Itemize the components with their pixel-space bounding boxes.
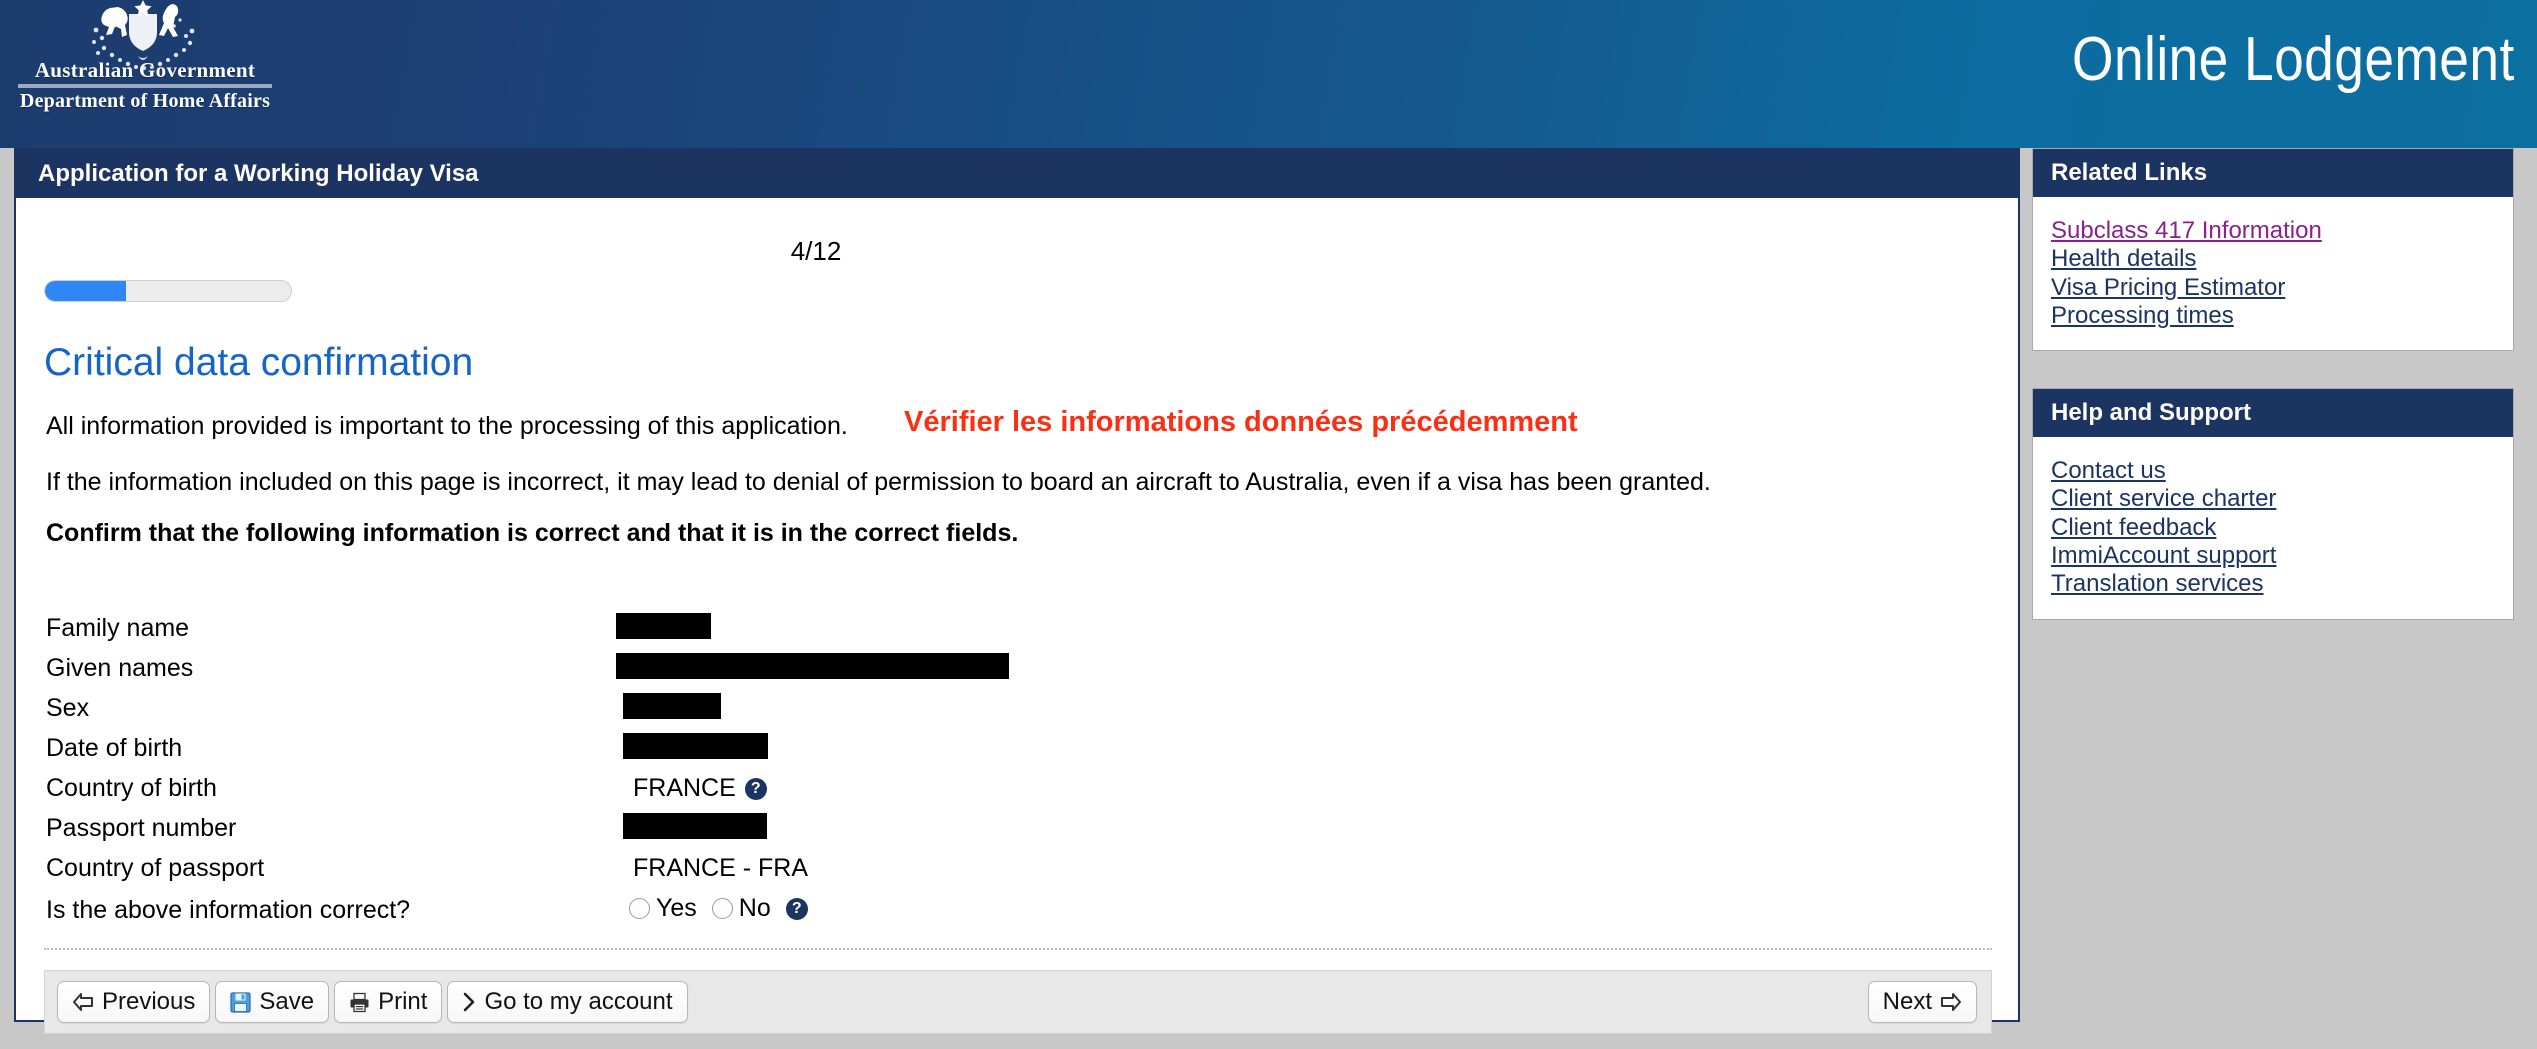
form-body: 4/12 Critical data confirmation All info…	[16, 198, 2018, 1034]
sidebar-link[interactable]: Subclass 417 Information	[2051, 217, 2495, 245]
field-row: Date of birth	[16, 728, 2018, 768]
radio-label-no[interactable]: No	[739, 894, 771, 923]
progress-bar	[44, 280, 292, 302]
sidebar-link[interactable]: Processing times	[2051, 302, 2495, 330]
page-counter: 4/12	[790, 236, 842, 266]
sidebar-link[interactable]: Client feedback	[2051, 514, 2495, 542]
related-links-list: Subclass 417 Information Health details Vi…	[2033, 197, 2513, 351]
redacted-value	[616, 653, 1009, 679]
french-annotation: Vérifier les informations données précéd…	[904, 406, 1578, 438]
sidebar-link[interactable]: Client service charter	[2051, 485, 2495, 513]
floppy-disk-icon	[230, 991, 251, 1013]
critical-data-field-list: Family name Given names Sex Date of birth Co…	[16, 608, 2018, 888]
redacted-value	[616, 613, 711, 639]
site-banner: Australian Government Department of Home…	[0, 0, 2537, 148]
field-value-text: FRANCE	[633, 774, 736, 802]
field-row: Family name	[16, 608, 2018, 648]
redacted-value	[623, 813, 767, 839]
warning-paragraph: If the information included on this page…	[46, 468, 1711, 496]
field-row: Country of birth FRANCE?	[16, 768, 2018, 808]
sidebar-link[interactable]: ImmiAccount support	[2051, 542, 2495, 570]
related-links-header: Related Links	[2033, 149, 2513, 197]
go-to-my-account-label: Go to my account	[484, 988, 673, 1015]
field-value: FRANCE?	[633, 774, 767, 803]
section-title: Critical data confirmation	[44, 341, 474, 384]
form-header-bar: Application for a Working Holiday Visa	[16, 148, 2018, 198]
go-to-my-account-button[interactable]: Go to my account	[447, 981, 688, 1023]
radio-label-yes[interactable]: Yes	[656, 894, 697, 923]
field-label: Family name	[46, 614, 190, 642]
field-label: Date of birth	[46, 734, 183, 762]
related-links-title: Related Links	[2051, 159, 2208, 186]
sidebar-link[interactable]: Translation services	[2051, 570, 2495, 598]
print-button-label: Print	[378, 988, 428, 1015]
help-icon[interactable]: ?	[744, 777, 767, 800]
field-label: Country of birth	[46, 774, 217, 802]
save-button[interactable]: Save	[215, 981, 330, 1023]
form-toolbar: Previous Save Print Go to my account Nex…	[44, 970, 1992, 1034]
intro-paragraph: All information provided is important to…	[46, 412, 848, 440]
field-label: Country of passport	[46, 854, 265, 882]
help-and-support-list: Contact us Client service charter Client f…	[2033, 437, 2513, 619]
sidebar-link[interactable]: Health details	[2051, 245, 2495, 273]
confirmation-radio-group[interactable]: Yes No?	[629, 894, 808, 923]
agency-name: Australian Government	[34, 58, 256, 82]
field-label: Given names	[46, 654, 194, 682]
radio-yes[interactable]	[629, 898, 650, 919]
previous-button[interactable]: Previous	[57, 981, 211, 1023]
department-name: Department of Home Affairs	[19, 90, 271, 112]
field-row: Country of passport FRANCE - FRA	[16, 848, 2018, 888]
redacted-value	[623, 693, 721, 719]
field-row: Sex	[16, 688, 2018, 728]
related-links-panel: Related Links Subclass 417 Information He…	[2032, 148, 2514, 352]
field-value: FRANCE - FRA	[633, 854, 808, 883]
help-and-support-header: Help and Support	[2033, 389, 2513, 437]
print-button[interactable]: Print	[334, 981, 443, 1023]
confirm-instruction: Confirm that the following information i…	[46, 519, 1019, 547]
previous-button-label: Previous	[102, 988, 196, 1015]
toolbar-right-buttons: Next	[1867, 981, 1977, 1023]
progress-bar-fill	[45, 281, 127, 301]
banner-title: Online Lodgement	[2072, 25, 2515, 94]
field-label: Sex	[46, 694, 90, 722]
field-row: Given names	[16, 648, 2018, 688]
field-value-text: FRANCE - FRA	[633, 854, 808, 882]
toolbar-left-buttons: Previous Save Print Go to my account	[57, 981, 688, 1023]
next-button-label: Next	[1882, 988, 1932, 1015]
application-form-card: Application for a Working Holiday Visa 4…	[14, 148, 2020, 1034]
sidebar-link[interactable]: Contact us	[2051, 457, 2495, 485]
redacted-value	[623, 733, 768, 759]
help-icon[interactable]: ?	[785, 897, 808, 920]
page-title: Application for a Working Holiday Visa	[38, 160, 479, 187]
radio-no[interactable]	[711, 898, 733, 919]
confirmation-question-row: Is the above information correct? Yes No?	[16, 890, 2018, 930]
arrow-right-icon	[1941, 993, 1961, 1011]
confirmation-question-label: Is the above information correct?	[46, 896, 411, 924]
help-and-support-panel: Help and Support Contact us Client servic…	[2032, 388, 2514, 620]
arrow-left-icon	[73, 993, 93, 1011]
help-and-support-title: Help and Support	[2051, 399, 2251, 426]
crest-divider	[18, 84, 272, 88]
save-button-label: Save	[259, 988, 315, 1015]
sidebar-link[interactable]: Visa Pricing Estimator	[2051, 274, 2495, 302]
chevron-right-icon	[464, 992, 475, 1012]
section-divider	[44, 948, 1992, 950]
printer-icon	[350, 992, 369, 1012]
next-button[interactable]: Next	[1867, 981, 1977, 1023]
field-row: Passport number	[16, 808, 2018, 848]
australian-government-crest: Australian Government Department of Home…	[10, 0, 280, 140]
field-label: Passport number	[46, 814, 237, 842]
